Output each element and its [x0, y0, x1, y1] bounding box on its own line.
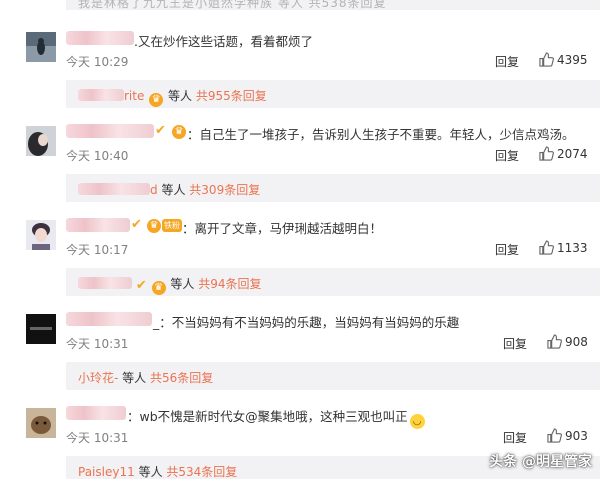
- avatar[interactable]: [26, 220, 56, 250]
- crown-badge-icon: ♛: [172, 125, 186, 139]
- thread-reply-count[interactable]: 共955条回复: [196, 89, 267, 103]
- thumbs-up-icon: [539, 146, 554, 161]
- top-reply-thread[interactable]: 我是林格了九九王是小姐然学种族 等人 共538条回复: [66, 0, 600, 10]
- thread-user-blurred: [78, 89, 124, 101]
- avatar[interactable]: [26, 32, 56, 62]
- thumbs-up-icon: [547, 428, 562, 443]
- thread-etc: 等人: [168, 89, 193, 103]
- top-thread-text: 我是林格了九九王是小姐然学种族 等人 共538条回复: [78, 0, 387, 10]
- thread-user-blurred: [78, 277, 132, 289]
- thread-username[interactable]: Paisley11: [78, 465, 135, 479]
- like-count: 2074: [557, 147, 588, 161]
- thread-username[interactable]: rite: [124, 89, 144, 103]
- like-count: 903: [565, 429, 588, 443]
- verified-icon: ✔: [135, 278, 147, 293]
- thread-user-blurred: [78, 183, 150, 195]
- crown-badge-icon: ♛: [151, 281, 166, 295]
- reply-button[interactable]: 回复: [495, 147, 519, 164]
- like-count: 4395: [557, 53, 588, 67]
- comment-time: 今天 10:17: [66, 243, 129, 257]
- thread-etc: 等人: [161, 183, 186, 197]
- crown-badge-icon: ♛: [149, 93, 164, 107]
- like-count: 908: [565, 335, 588, 349]
- like-count: 1133: [557, 241, 588, 255]
- like-button[interactable]: 2074: [539, 146, 588, 161]
- verified-icon: ✔: [155, 123, 166, 138]
- smile-emoji-icon: ◡: [409, 414, 425, 429]
- comment-time: 今天 10:40: [66, 149, 129, 163]
- reply-button[interactable]: 回复: [495, 241, 519, 258]
- avatar[interactable]: [26, 408, 56, 438]
- reply-button[interactable]: 回复: [503, 429, 527, 446]
- avatar[interactable]: [26, 314, 56, 344]
- comment-text: ：自己生了一堆孩子，告诉别人生孩子不重要。年轻人，少信点鸡汤。: [187, 127, 575, 142]
- username-blurred[interactable]: [66, 218, 130, 232]
- reply-thread[interactable]: ✔ ♛ 等人 共94条回复: [66, 268, 600, 296]
- comment-time: 今天 10:29: [66, 55, 129, 69]
- thread-reply-count[interactable]: 共94条回复: [198, 277, 261, 291]
- thread-username[interactable]: d: [150, 183, 158, 197]
- reply-thread[interactable]: 小玲花- 等人 共56条回复: [66, 362, 600, 390]
- like-button[interactable]: 908: [547, 334, 588, 349]
- like-button[interactable]: 903: [547, 428, 588, 443]
- comment-text: ：离开了文章，马伊琍越活越明白！: [182, 221, 383, 236]
- like-button[interactable]: 1133: [539, 240, 588, 255]
- watermark: 头条 @明星管家: [489, 454, 592, 470]
- reply-button[interactable]: 回复: [503, 335, 527, 352]
- username-blurred[interactable]: [66, 31, 134, 45]
- username-blurred[interactable]: [66, 124, 154, 138]
- reply-thread[interactable]: rite ♛ 等人 共955条回复: [66, 80, 600, 108]
- avatar[interactable]: [26, 126, 56, 156]
- thread-etc: 等人: [138, 465, 163, 479]
- username-blurred[interactable]: [66, 312, 152, 326]
- thread-reply-count[interactable]: 共56条回复: [150, 371, 213, 385]
- thread-reply-count[interactable]: 共309条回复: [189, 183, 260, 197]
- crown-badge-icon: ♛: [147, 219, 161, 233]
- comment-text-content: ：wb不愧是新时代女@聚集地哦，这种三观也叫正: [127, 409, 408, 424]
- fan-badge: 铁粉: [162, 219, 182, 232]
- reply-thread[interactable]: d 等人 共309条回复: [66, 174, 600, 202]
- verified-icon: ✔: [131, 217, 142, 232]
- thread-username[interactable]: 小玲花-: [78, 371, 118, 385]
- thread-etc: 等人: [122, 371, 147, 385]
- username-blurred[interactable]: [66, 406, 126, 420]
- comment-text: .又在炒作这些话题，看着都烦了: [134, 34, 313, 49]
- thread-etc: 等人: [170, 277, 195, 291]
- comment-text: ：wb不愧是新时代女@聚集地哦，这种三观也叫正 ◡: [127, 406, 425, 429]
- thumbs-up-icon: [539, 52, 554, 67]
- comment-text: _：不当妈妈有不当妈妈的乐趣，当妈妈有当妈妈的乐趣: [153, 315, 460, 330]
- thumbs-up-icon: [547, 334, 562, 349]
- comment-time: 今天 10:31: [66, 337, 129, 351]
- comment-time: 今天 10:31: [66, 431, 129, 445]
- thread-reply-count[interactable]: 共534条回复: [166, 465, 237, 479]
- thumbs-up-icon: [539, 240, 554, 255]
- like-button[interactable]: 4395: [539, 52, 588, 67]
- reply-button[interactable]: 回复: [495, 53, 519, 70]
